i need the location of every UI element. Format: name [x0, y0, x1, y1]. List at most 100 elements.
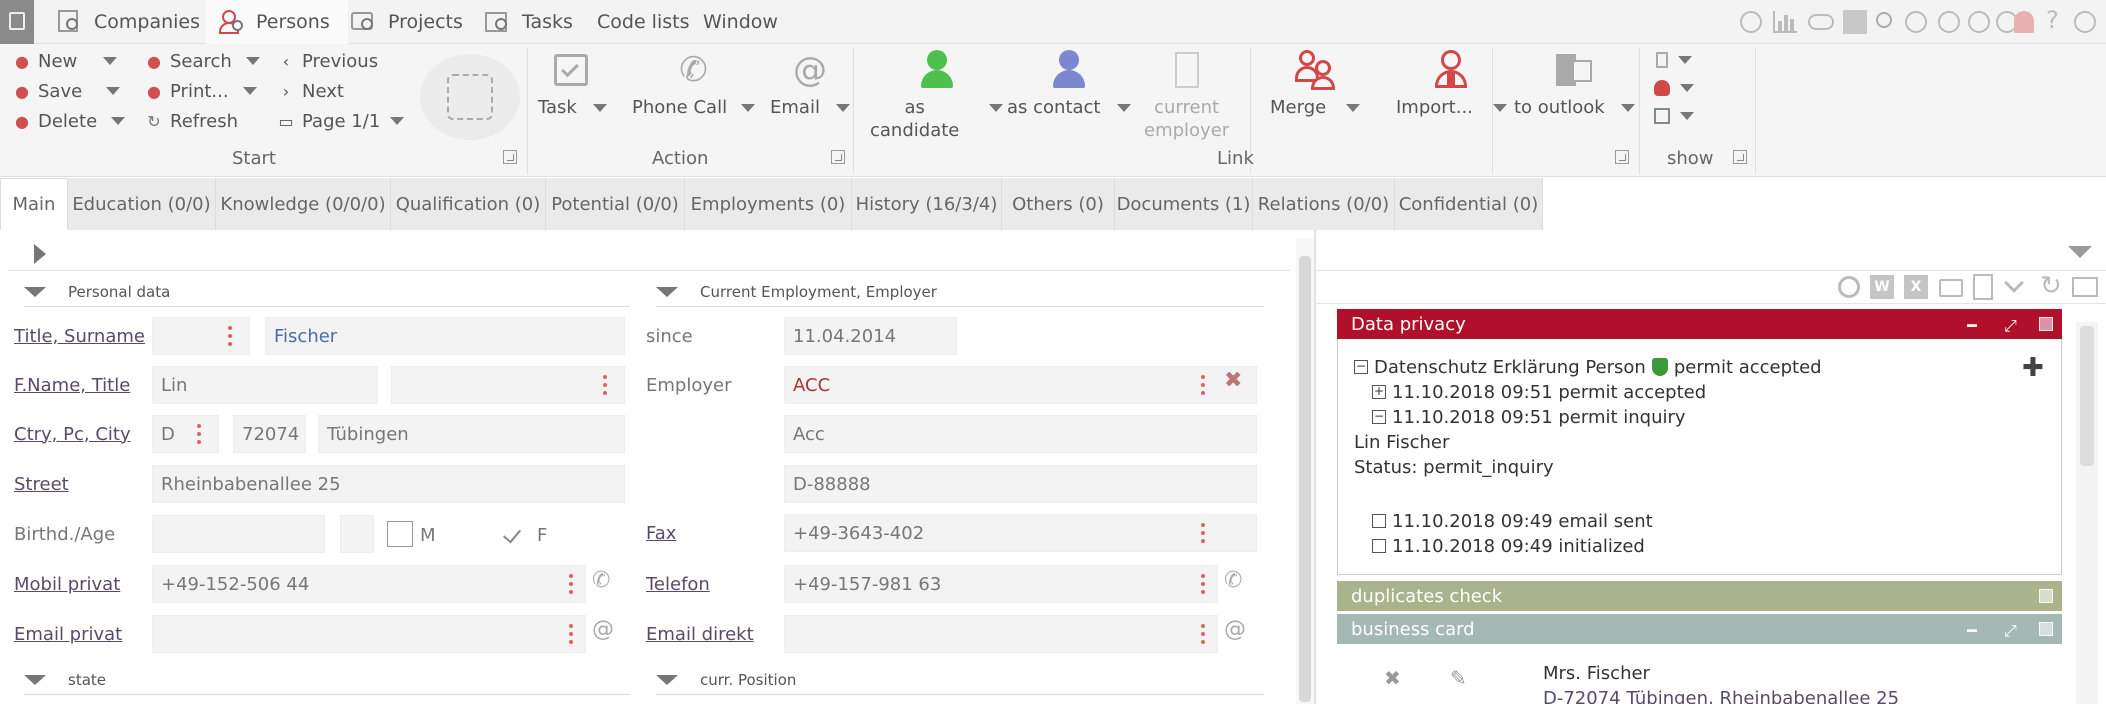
to-outlook-dropdown-icon[interactable]	[1620, 103, 1635, 112]
delete-button[interactable]: ● Delete	[14, 107, 126, 135]
merge-dropdown-icon[interactable]	[1346, 103, 1361, 112]
refresh-icon[interactable]: ↻	[2040, 273, 2062, 299]
send-mail-icon[interactable]	[2072, 277, 2098, 297]
print-dropdown-icon[interactable]	[242, 87, 257, 95]
search-dropdown-icon[interactable]	[245, 57, 260, 65]
academic-title-picker-icon[interactable]	[603, 375, 607, 395]
privacy-event[interactable]: 11.10.2018 09:49 initialized	[1372, 534, 1645, 558]
tab-employments[interactable]: Employments (0)	[685, 178, 852, 230]
show-person-dropdown-icon[interactable]	[1680, 84, 1694, 92]
maximize-icon[interactable]: ⤢	[2004, 621, 2017, 641]
right-panel-dropdown-icon[interactable]	[2068, 246, 2092, 258]
page-button[interactable]: ▭ Page 1/1	[278, 107, 405, 135]
show-group-launcher[interactable]	[1733, 150, 1747, 164]
gears-icon[interactable]	[1838, 276, 1860, 298]
telefon-picker-icon[interactable]	[1201, 574, 1205, 594]
excel-icon[interactable]: X	[1904, 275, 1928, 299]
email-privat-link[interactable]: Email privat	[14, 615, 122, 653]
surname-field[interactable]: Fischer	[265, 317, 625, 355]
task-button[interactable]: Task	[538, 50, 607, 119]
tab-confidential[interactable]: Confidential (0)	[1395, 178, 1543, 230]
word-icon[interactable]: W	[1870, 275, 1894, 299]
chart-icon[interactable]	[1773, 11, 1797, 33]
country-field[interactable]: D	[152, 415, 219, 453]
cloud-icon[interactable]	[1808, 14, 1834, 30]
tab-others[interactable]: Others (0)	[1002, 178, 1115, 230]
tab-documents[interactable]: Documents (1)	[1115, 178, 1253, 230]
menu-code-lists[interactable]: Code lists	[597, 0, 690, 44]
minimize-icon[interactable]: ━	[1967, 316, 1977, 335]
action-group-launcher[interactable]	[831, 150, 845, 164]
title-surname-link[interactable]: Title, Surname	[14, 317, 145, 355]
section-state[interactable]: state	[24, 665, 630, 695]
data-privacy-header[interactable]: Data privacy ━ ⤢	[1337, 309, 2062, 339]
next-button[interactable]: › Next	[278, 77, 344, 105]
employer-postal-field[interactable]: D-88888	[784, 465, 1257, 503]
pdf-icon[interactable]	[1973, 274, 1993, 300]
previous-button[interactable]: ‹ Previous	[278, 47, 378, 75]
outlook-icon[interactable]	[1843, 10, 1867, 34]
academic-title-field[interactable]	[391, 366, 625, 404]
title-field[interactable]	[152, 317, 250, 355]
postcode-field[interactable]: 72074	[233, 415, 306, 453]
app-logo-icon[interactable]	[0, 0, 34, 44]
tab-knowledge[interactable]: Knowledge (0/0/0)	[216, 178, 391, 230]
save-button[interactable]: ● Save	[14, 77, 121, 105]
link-group-launcher[interactable]	[1615, 150, 1629, 164]
email-button[interactable]: @ Email	[770, 50, 850, 119]
email-direkt-picker-icon[interactable]	[1201, 624, 1205, 644]
menu-persons[interactable]: Persons	[206, 0, 348, 44]
collapse-node-icon[interactable]: −	[1372, 410, 1386, 424]
street-link[interactable]: Street	[14, 465, 69, 503]
phone-icon[interactable]: ✆	[1224, 568, 1242, 593]
add-entry-icon[interactable]: ✚	[2022, 355, 2044, 381]
email-dropdown-icon[interactable]	[835, 103, 850, 112]
fax-field[interactable]: +49-3643-402	[784, 514, 1257, 552]
phone-icon[interactable]: ✆	[592, 568, 610, 593]
gender-f-checkbox[interactable]	[503, 524, 527, 546]
close-square-icon[interactable]	[2039, 317, 2053, 331]
business-card-header[interactable]: business card ━ ⤢	[1337, 614, 2062, 644]
at-sign-icon[interactable]: @	[1224, 617, 1246, 642]
tab-main[interactable]: Main	[0, 178, 68, 230]
print-button[interactable]: ● Print...	[146, 77, 257, 105]
new-dropdown-icon[interactable]	[103, 57, 118, 65]
history-icon[interactable]	[1938, 11, 1960, 33]
current-employer-button[interactable]: current employer	[1144, 50, 1229, 142]
privacy-root-node[interactable]: − Datenschutz Erklärung Person permit ac…	[1354, 355, 1822, 379]
street-field[interactable]: Rheinbabenallee 25	[152, 465, 625, 503]
employer-field[interactable]: ACC	[784, 366, 1257, 404]
menu-companies[interactable]: Companies	[56, 0, 200, 44]
employer-picker-icon[interactable]	[1201, 375, 1205, 395]
page-dropdown-icon[interactable]	[390, 117, 405, 125]
section-personal-data[interactable]: Personal data	[24, 277, 630, 307]
right-panel-scrollbar-thumb[interactable]	[2080, 326, 2094, 466]
as-contact-dropdown-icon[interactable]	[1116, 103, 1131, 112]
gender-m-checkbox[interactable]	[387, 521, 413, 547]
at-sign-icon[interactable]: @	[592, 617, 614, 642]
remove-employer-icon[interactable]: ✖	[1224, 368, 1242, 393]
to-outlook-button[interactable]: to outlook	[1514, 50, 1635, 119]
sms-icon[interactable]	[1905, 11, 1927, 33]
section-curr-position[interactable]: curr. Position	[656, 665, 1264, 695]
telefon-field[interactable]: +49-157-981 63	[784, 565, 1218, 603]
email-direkt-field[interactable]	[784, 615, 1218, 653]
search-icon[interactable]	[1876, 12, 1892, 28]
section-current-employment[interactable]: Current Employment, Employer	[656, 277, 1264, 307]
show-person-button[interactable]	[1654, 80, 1694, 96]
form-scrollbar[interactable]	[1296, 238, 1314, 704]
form-scrollbar-thumb[interactable]	[1299, 256, 1311, 702]
compass-icon[interactable]	[1740, 11, 1762, 33]
privacy-entry[interactable]: − 11.10.2018 09:51 permit inquiry	[1372, 405, 1686, 429]
close-square-icon[interactable]	[2039, 622, 2053, 636]
as-contact-button[interactable]: as contact	[1007, 50, 1131, 119]
start-group-launcher[interactable]	[503, 150, 517, 164]
fname-title-link[interactable]: F.Name, Title	[14, 366, 130, 404]
power-icon[interactable]	[2074, 11, 2096, 33]
employer-name-field[interactable]: Acc	[784, 415, 1257, 453]
ctry-pc-city-link[interactable]: Ctry, Pc, City	[14, 415, 131, 453]
paperclip-icon[interactable]: ✎	[1450, 666, 1467, 690]
birthdate-field[interactable]	[152, 515, 325, 553]
tab-qualification[interactable]: Qualification (0)	[391, 178, 546, 230]
fax-link[interactable]: Fax	[646, 514, 676, 552]
